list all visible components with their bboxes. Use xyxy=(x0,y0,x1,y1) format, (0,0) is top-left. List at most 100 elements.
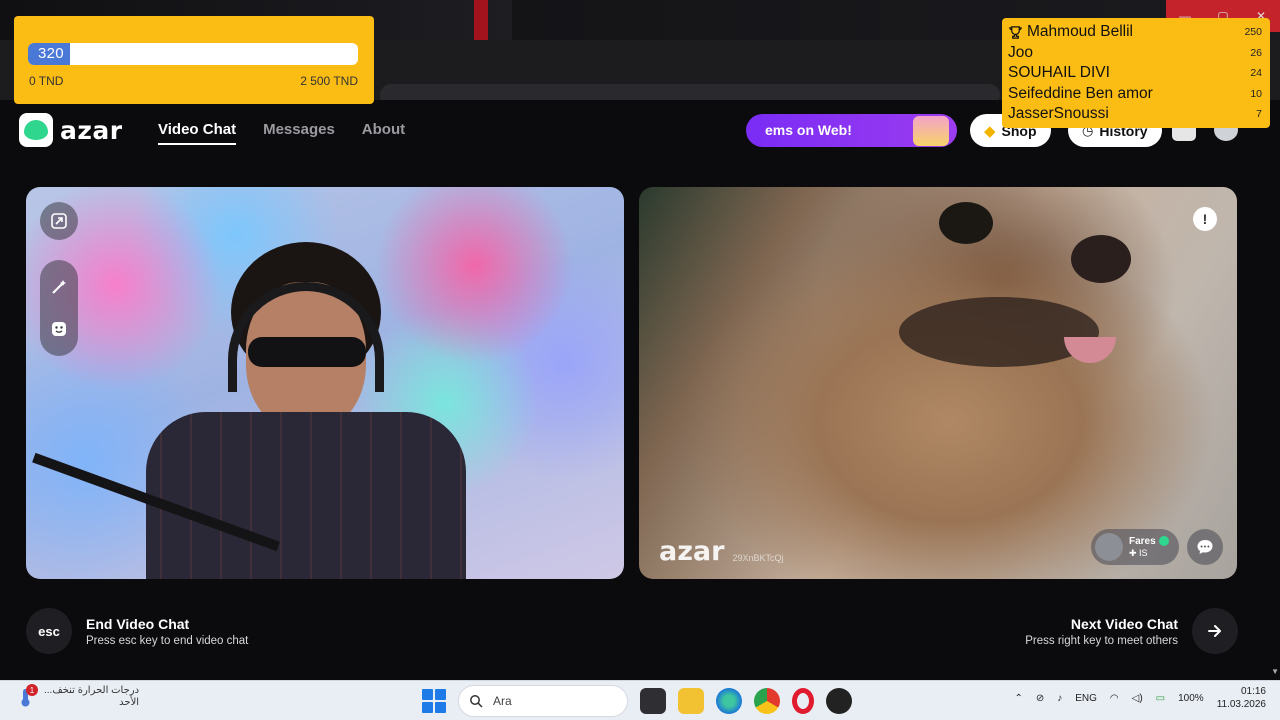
leaderboard-row: Seifeddine Ben amor 10 xyxy=(1008,84,1264,105)
goal-current: 320 xyxy=(38,45,64,62)
search-icon xyxy=(470,695,483,708)
logo-text: azar xyxy=(60,115,123,145)
magic-wand-icon xyxy=(52,280,66,294)
leaderboard-row: Joo 26 xyxy=(1008,43,1264,64)
azar-logo-icon xyxy=(19,113,53,147)
donor-name: Joo xyxy=(1008,43,1033,61)
next-chat-control: Next Video Chat Press right key to meet … xyxy=(1025,608,1238,654)
peer-video: ! azar 29XnBKTcQj Fares ✚ IS xyxy=(639,187,1237,579)
expand-icon xyxy=(51,213,67,229)
donor-score: 7 xyxy=(1256,108,1262,121)
task-view-icon[interactable] xyxy=(640,688,666,714)
donor-score: 250 xyxy=(1244,26,1262,39)
leaderboard-row: JasserSnoussi 7 xyxy=(1008,104,1264,125)
volume-icon[interactable]: ◁) xyxy=(1132,693,1143,704)
end-chat-button[interactable]: esc xyxy=(26,608,72,654)
donor-name: JasserSnoussi xyxy=(1008,105,1109,123)
azar-logo[interactable]: azar xyxy=(19,113,123,147)
next-chat-button[interactable] xyxy=(1192,608,1238,654)
expand-button[interactable] xyxy=(40,202,78,240)
chrome-icon[interactable] xyxy=(754,688,780,714)
treasure-chest-icon xyxy=(913,116,949,146)
battery-icon[interactable]: ▭ xyxy=(1156,693,1165,704)
page-scrollbar[interactable]: ▼ xyxy=(1270,100,1280,678)
chat-bubble-icon xyxy=(1197,540,1213,554)
peer-name: Fares xyxy=(1129,535,1156,547)
thermometer-icon: 1 xyxy=(16,684,38,708)
leaderboard-row: SOUHAIL DIVI 24 xyxy=(1008,63,1264,84)
weather-widget[interactable]: 1 درجات الحرارة تنخف... الأحد xyxy=(16,684,140,709)
windows-start-icon[interactable] xyxy=(422,689,446,713)
battery-level: 100% xyxy=(1178,692,1204,704)
screen: — ▢ ✕ azar Video Chat Messages About ems… xyxy=(0,0,1280,720)
search-placeholder: Ara xyxy=(493,694,512,708)
donor-name: Mahmoud Bellil xyxy=(1027,23,1133,41)
promo-banner[interactable]: ems on Web! xyxy=(746,114,957,147)
next-chat-hint: Press right key to meet others xyxy=(1025,634,1178,647)
dog-mouth xyxy=(899,297,1099,367)
end-chat-hint: Press esc key to end video chat xyxy=(86,634,249,647)
promo-text: ems on Web! xyxy=(765,122,852,138)
nav-messages[interactable]: Messages xyxy=(263,121,335,145)
clock-date: 11.03.2026 xyxy=(1216,699,1266,710)
donor-score: 24 xyxy=(1250,67,1262,80)
gem-icon: ◆ xyxy=(984,122,996,140)
dog-tongue xyxy=(1064,337,1116,363)
arrow-right-icon xyxy=(1208,625,1221,637)
tab-accent xyxy=(474,0,488,40)
chevron-up-icon[interactable]: ⌃ xyxy=(1014,693,1022,704)
dog-eye xyxy=(939,202,993,244)
goal-max: 2 500 TND xyxy=(300,74,358,88)
leaderboard-row: Mahmoud Bellil 250 xyxy=(1008,22,1264,43)
goal-min: 0 TND xyxy=(29,74,64,88)
nav-about[interactable]: About xyxy=(362,121,405,145)
effects-button[interactable] xyxy=(40,268,78,306)
next-chat-title: Next Video Chat xyxy=(1070,615,1178,632)
chat-button[interactable] xyxy=(1187,529,1223,565)
taskbar-search[interactable]: Ara xyxy=(458,685,628,717)
report-button[interactable]: ! xyxy=(1193,207,1217,231)
weather-line2: الأحد xyxy=(119,697,140,708)
donor-score: 10 xyxy=(1250,87,1262,100)
session-id: 29XnBKTcQj xyxy=(732,553,784,563)
sticker-button[interactable] xyxy=(40,310,78,348)
peer-country: IS xyxy=(1139,547,1148,558)
mute-icon[interactable]: ⊘ xyxy=(1036,693,1044,704)
opera-icon[interactable] xyxy=(792,688,814,714)
obs-icon[interactable] xyxy=(826,688,852,714)
windows-taskbar: 1 درجات الحرارة تنخف... الأحد Ara ⌃ ⊘ ♪ … xyxy=(0,680,1280,720)
donor-score: 26 xyxy=(1250,46,1262,59)
clock-time: 01:16 xyxy=(1240,686,1266,697)
self-person xyxy=(32,242,496,579)
donor-name: SOUHAIL DIVI xyxy=(1008,64,1110,82)
peer-profile-chip[interactable]: Fares ✚ IS xyxy=(1091,529,1179,565)
peer-avatar xyxy=(1095,533,1123,561)
scroll-down-icon[interactable]: ▼ xyxy=(1271,667,1279,676)
file-explorer-icon[interactable] xyxy=(678,688,704,714)
video-tools xyxy=(40,260,78,356)
main-nav: Video Chat Messages About xyxy=(158,121,405,145)
donation-goal-widget: 320 0 TND 2 500 TND xyxy=(14,16,374,104)
goal-progress-bar: 320 xyxy=(28,43,358,65)
azar-watermark: azar 29XnBKTcQj xyxy=(659,536,784,567)
watermark-logo: azar xyxy=(659,536,725,567)
verified-badge-icon xyxy=(1158,535,1169,546)
edge-icon[interactable] xyxy=(716,688,742,714)
notification-badge: 1 xyxy=(26,684,38,696)
system-tray: ⌃ ⊘ ♪ ENG ◠ ◁) ▭ 100% 01:16 11.03.2026 xyxy=(1014,685,1266,711)
top-donors-widget: Mahmoud Bellil 250 Joo 26 SOUHAIL DIVI 2… xyxy=(1002,18,1270,128)
taskbar-apps: Ara xyxy=(422,685,852,717)
microphone-icon[interactable]: ♪ xyxy=(1057,693,1062,704)
nav-video-chat[interactable]: Video Chat xyxy=(158,121,237,145)
flag-icon: ✚ xyxy=(1129,547,1140,558)
wifi-icon[interactable]: ◠ xyxy=(1110,693,1119,704)
language-indicator[interactable]: ENG xyxy=(1075,693,1097,704)
donor-name: Seifeddine Ben amor xyxy=(1008,84,1153,102)
dog-nose xyxy=(1071,235,1131,283)
end-chat-title: End Video Chat xyxy=(86,615,190,632)
end-chat-control: esc End Video Chat Press esc key to end … xyxy=(26,608,248,654)
self-video xyxy=(26,187,624,579)
face-icon xyxy=(52,322,66,336)
weather-line1: درجات الحرارة تنخف... xyxy=(44,685,140,696)
clock[interactable]: 01:16 11.03.2026 xyxy=(1217,685,1266,711)
